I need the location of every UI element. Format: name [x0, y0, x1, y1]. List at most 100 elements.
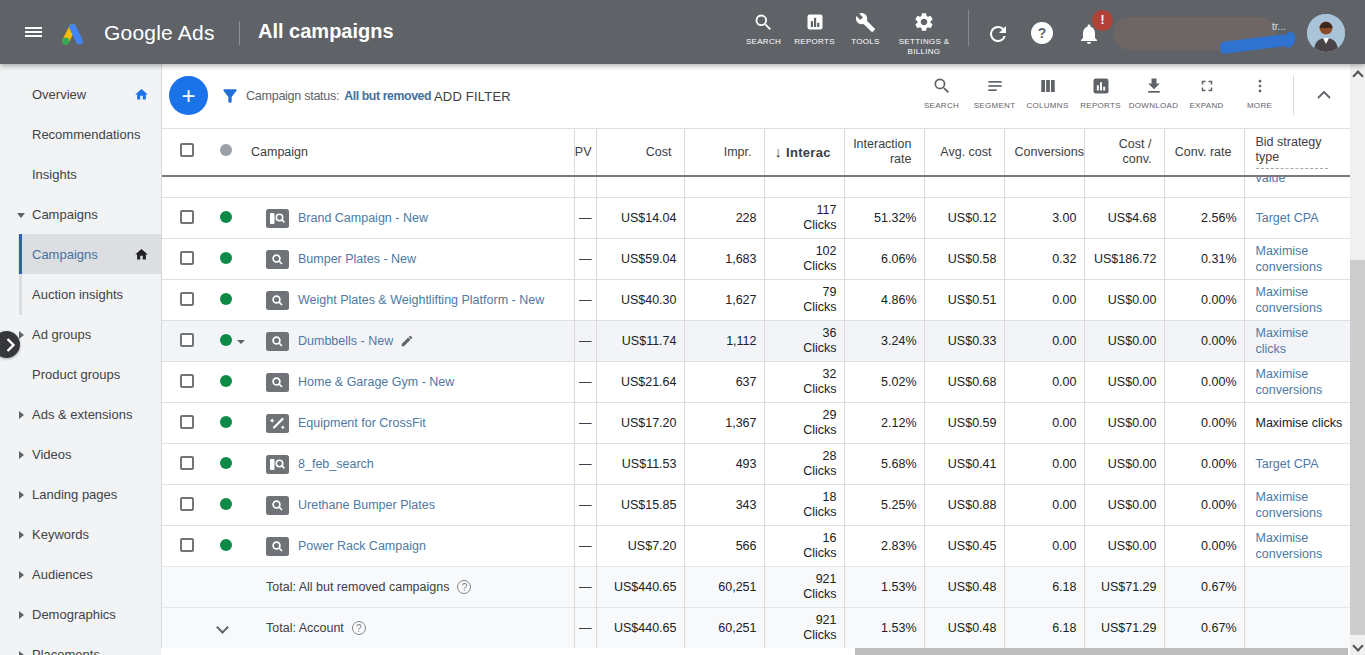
menu-icon[interactable]	[25, 27, 42, 39]
col-header-conversions[interactable]: Conversions	[1004, 129, 1084, 176]
bid-strategy-link[interactable]: Maximise conversions	[1256, 489, 1330, 521]
new-campaign-button[interactable]: +	[169, 76, 208, 115]
cell-impr: 1,627	[684, 280, 764, 321]
sidebar-item-campaigns[interactable]: Campaigns	[0, 234, 161, 274]
help-circle-icon[interactable]: ?	[352, 621, 366, 635]
plus-icon: +	[181, 84, 195, 108]
select-all-checkbox[interactable]	[180, 143, 194, 157]
sidebar-item-audiences[interactable]: Audiences	[0, 554, 161, 594]
row-checkbox[interactable]	[180, 456, 194, 470]
cell-interactions: 79Clicks	[764, 280, 844, 321]
horizontal-scrollbar[interactable]	[161, 648, 1350, 655]
scroll-down-arrow[interactable]	[1352, 640, 1363, 651]
sidebar-item-ads-extensions[interactable]: Ads & extensions	[0, 394, 161, 434]
horizontal-scrollbar-thumb[interactable]	[855, 648, 1348, 655]
toolbar-segment-button[interactable]: SEGMENT	[968, 75, 1021, 110]
bid-strategy-link[interactable]: Maximise conversions	[1256, 284, 1330, 316]
col-header-interaction-rate[interactable]: Interaction rate	[844, 129, 924, 176]
sidebar-item-keywords[interactable]: Keywords	[0, 514, 161, 554]
nav-reports-button[interactable]: REPORTS	[789, 10, 840, 56]
row-checkbox[interactable]	[180, 497, 194, 511]
nav-settings-billing-button[interactable]: SETTINGS & BILLING	[891, 10, 957, 56]
col-header-interactions[interactable]: ↓ Interac	[764, 129, 844, 176]
sidebar-item-product-groups[interactable]: Product groups	[0, 354, 161, 394]
campaign-name-link[interactable]: Equipment for CrossFit	[298, 416, 426, 430]
bid-strategy-link[interactable]: value	[1256, 176, 1286, 186]
cell-bid-strategy	[1244, 567, 1350, 608]
table-toolbar: SEARCH SEGMENTCOLUMNSREPORTSDOWNLOADEXPAN…	[915, 75, 1286, 110]
avatar[interactable]	[1307, 14, 1345, 52]
collapse-table-chevron-icon[interactable]	[1317, 90, 1331, 99]
col-header-cost[interactable]: Cost	[596, 129, 684, 176]
edit-pencil-icon[interactable]	[400, 334, 414, 348]
toolbar-search-button[interactable]: SEARCH	[915, 75, 968, 110]
row-checkbox[interactable]	[180, 251, 194, 265]
campaign-name-link[interactable]: Home & Garage Gym - New	[298, 375, 454, 389]
bid-strategy-link[interactable]: Maximise conversions	[1256, 366, 1330, 398]
cell-cost: US$15.85	[596, 485, 684, 526]
campaign-name-link[interactable]: Urethane Bumper Plates	[298, 498, 435, 512]
toolbar-item-label: SEARCH	[924, 101, 959, 110]
cell-conversions: 0.00	[1004, 485, 1084, 526]
expand-total-chevron-icon[interactable]	[216, 621, 229, 634]
help-icon[interactable]: ?	[1031, 22, 1053, 44]
sidebar-item-overview[interactable]: Overview	[0, 74, 161, 114]
col-header-bid-strategy[interactable]: Bid strategy type	[1244, 129, 1350, 176]
toolbar-reports-button[interactable]: REPORTS	[1074, 75, 1127, 110]
sidebar-item-demographics[interactable]: Demographics	[0, 594, 161, 634]
cell-cost-conv: US$0.00	[1084, 485, 1164, 526]
campaign-name-link[interactable]: Brand Campaign - New	[298, 211, 428, 225]
sidebar-item-campaigns[interactable]: Campaigns	[0, 194, 161, 234]
toolbar-download-button[interactable]: DOWNLOAD	[1127, 75, 1180, 110]
cell-interaction-rate: 1.53%	[844, 567, 924, 608]
campaign-name-link[interactable]: Dumbbells - New	[298, 334, 393, 348]
toolbar-expand-button[interactable]: EXPAND	[1180, 75, 1233, 110]
vertical-scrollbar[interactable]	[1350, 64, 1365, 655]
sidebar-item-auction-insights[interactable]: Auction insights	[0, 274, 161, 314]
row-checkbox[interactable]	[180, 292, 194, 306]
row-checkbox[interactable]	[180, 333, 194, 347]
toolbar-more-button[interactable]: MORE	[1233, 75, 1286, 110]
sidebar-item-label: Videos	[32, 447, 72, 462]
scroll-up-arrow[interactable]	[1352, 70, 1363, 81]
sidebar-item-insights[interactable]: Insights	[0, 154, 161, 194]
campaign-name-link[interactable]: Power Rack Campaign	[298, 539, 426, 553]
col-header-impr[interactable]: Impr.	[684, 129, 764, 176]
nav-search-button[interactable]: SEARCH	[738, 10, 789, 56]
campaign-name-link[interactable]: Weight Plates & Weightlifting Platform -…	[298, 293, 544, 307]
campaign-type-search-icon	[266, 537, 289, 556]
status-menu-arrow-icon[interactable]	[237, 340, 245, 344]
sidebar-item-recommendations[interactable]: Recommendations	[0, 114, 161, 154]
toolbar-columns-button[interactable]: COLUMNS	[1021, 75, 1074, 110]
bid-strategy-link[interactable]: Target CPA	[1256, 210, 1319, 226]
sidebar-item-videos[interactable]: Videos	[0, 434, 161, 474]
sidebar-item-placements[interactable]: Placements	[0, 634, 161, 655]
row-checkbox[interactable]	[180, 210, 194, 224]
help-circle-icon[interactable]: ?	[457, 580, 471, 594]
campaign-name-link[interactable]: 8_feb_search	[298, 457, 374, 471]
row-checkbox[interactable]	[180, 538, 194, 552]
bid-strategy-link[interactable]: Target CPA	[1256, 456, 1319, 472]
campaign-type-search-icon	[266, 496, 289, 515]
row-checkbox[interactable]	[180, 374, 194, 388]
bid-strategy-link[interactable]: Maximise conversions	[1256, 530, 1330, 562]
campaign-status-filter[interactable]: Campaign status: All but removed	[246, 64, 431, 128]
add-filter-button[interactable]: ADD FILTER	[434, 64, 511, 128]
col-header-avg-cost[interactable]: Avg. cost	[924, 129, 1004, 176]
bid-strategy-link[interactable]: Maximise conversions	[1256, 243, 1330, 275]
row-checkbox[interactable]	[180, 415, 194, 429]
sidebar-item-landing-pages[interactable]: Landing pages	[0, 474, 161, 514]
refresh-icon[interactable]	[986, 22, 1010, 46]
status-enabled-dot	[220, 375, 232, 387]
col-header-cost-conv[interactable]: Cost / conv.	[1084, 129, 1164, 176]
col-header-conv-rate[interactable]: Conv. rate	[1164, 129, 1244, 176]
table-header-row: Campaign PV Cost Impr. ↓ Interac Interac…	[161, 129, 1350, 176]
sidebar-item-ad-groups[interactable]: Ad groups	[0, 314, 161, 354]
cell-conversions: 0.00	[1004, 362, 1084, 403]
col-header-pv[interactable]: PV	[574, 129, 596, 176]
campaign-name-link[interactable]: Bumper Plates - New	[298, 252, 416, 266]
bid-strategy-link[interactable]: Maximise clicks	[1256, 325, 1330, 357]
vertical-scrollbar-thumb[interactable]	[1350, 260, 1365, 635]
col-header-campaign[interactable]: Campaign	[249, 129, 574, 176]
nav-tools-button[interactable]: TOOLS	[840, 10, 891, 56]
